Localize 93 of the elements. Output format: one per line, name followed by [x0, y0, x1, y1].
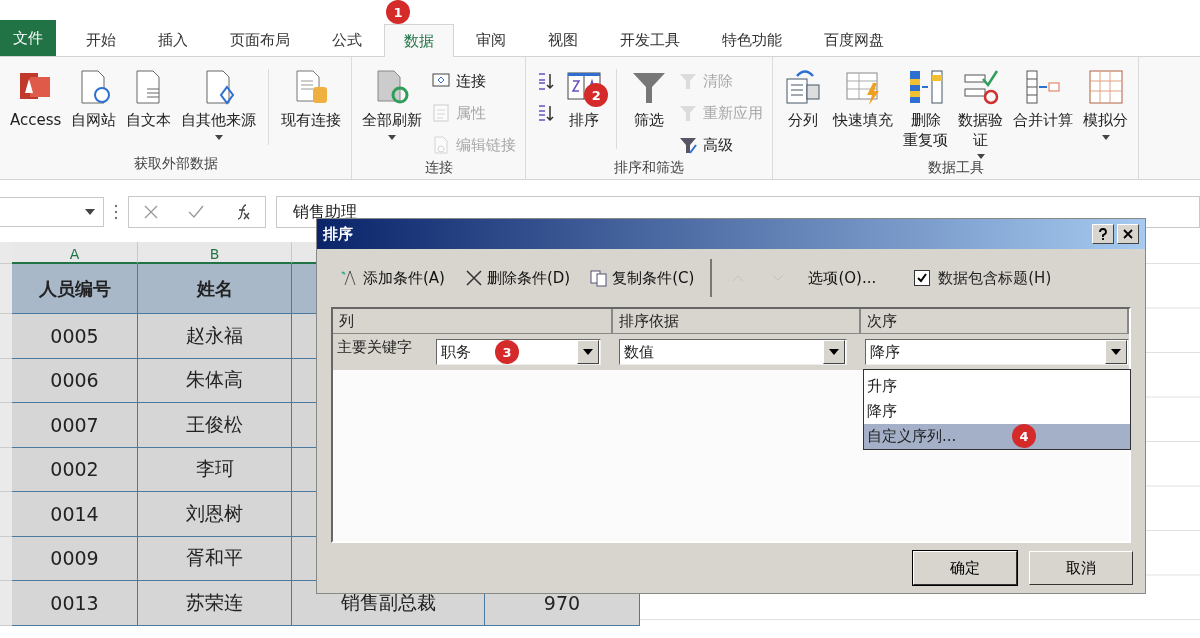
ribbon-button[interactable]: 自文本 [122, 61, 176, 131]
ribbon-tab[interactable]: 视图 [528, 24, 598, 56]
table-cell: 李珂 [138, 447, 292, 492]
ribbon-button[interactable]: 快速填充 [829, 61, 898, 131]
table-cell: 0009 [12, 536, 138, 581]
filter-clear-icon [678, 71, 699, 91]
ribbon-button[interactable]: 全部刷新 [358, 61, 427, 140]
ribbon-button[interactable]: 自其他来源 [177, 61, 261, 140]
row-header[interactable] [0, 492, 12, 537]
column-header[interactable]: A [12, 242, 138, 264]
ribbon-tab[interactable]: 插入 [138, 24, 208, 56]
table-cell: 0006 [12, 358, 138, 403]
ribbon-tab[interactable]: 开发工具 [600, 24, 700, 56]
ribbon-tab[interactable]: 特色功能 [702, 24, 802, 56]
ribbon-button[interactable]: 合并计算 [1009, 61, 1078, 131]
name-box[interactable] [0, 197, 104, 227]
column-header[interactable]: B [138, 242, 292, 264]
ribbon-button[interactable]: 数据验 证 [954, 61, 1008, 159]
table-cell: 刘恩树 [138, 492, 292, 537]
dropdown-button[interactable] [1105, 340, 1127, 364]
enter-icon[interactable] [188, 205, 204, 219]
ribbon-tab[interactable]: 页面布局 [210, 24, 310, 56]
toolbar-button[interactable]: 删除条件(D) [460, 266, 575, 290]
table-cell: 0002 [12, 447, 138, 492]
table-cell: 苏荣连 [138, 581, 292, 626]
step-badge: 2 [584, 83, 609, 107]
table-cell: 0007 [12, 403, 138, 448]
ribbon-button[interactable]: 删除 重复项 [899, 61, 953, 150]
ribbon-button[interactable]: 分列 [779, 61, 828, 131]
close-button[interactable] [1117, 224, 1139, 244]
row-header[interactable] [0, 403, 12, 448]
sort-on-select[interactable]: 数值 [618, 339, 848, 365]
ribbon-tab[interactable]: 审阅 [456, 24, 526, 56]
help-button[interactable] [1092, 224, 1114, 244]
row-header[interactable] [0, 264, 12, 314]
ribbon-button[interactable]: 高级 [675, 131, 767, 159]
table-cell: 0014 [12, 492, 138, 537]
level-label: 主要关键字 [336, 337, 413, 357]
table-cell: 赵永福 [138, 314, 292, 359]
caret-icon [582, 349, 593, 355]
caret-icon [1111, 349, 1121, 355]
caret-icon [85, 209, 95, 215]
toolbar-button[interactable]: 添加条件(A) [337, 266, 449, 290]
row-header[interactable] [0, 536, 12, 581]
ribbon-button[interactable]: 连接 [428, 67, 520, 95]
caret-icon [829, 349, 840, 355]
select-all-corner[interactable] [0, 242, 12, 264]
checkbox[interactable] [914, 270, 931, 286]
ribbon-tab[interactable]: 开始 [66, 24, 136, 56]
row-header[interactable] [0, 447, 12, 492]
ribbon-button[interactable]: 筛选 [625, 61, 674, 131]
ribbon-button[interactable]: Access [6, 61, 66, 131]
ribbon-tab[interactable]: 公式 [312, 24, 382, 56]
ribbon-button[interactable]: 模拟分 [1079, 61, 1133, 140]
toolbar-button[interactable]: 选项(O)... [804, 266, 881, 290]
group-label: 数据工具 [926, 159, 985, 177]
toolbar-button[interactable]: 复制条件(C) [586, 266, 699, 290]
table-cell: 人员编号 [12, 264, 138, 314]
group-label: 连接 [423, 159, 454, 177]
table-cell: 王俊松 [138, 403, 292, 448]
group-label: 排序和筛选 [613, 159, 686, 177]
dropdown-option[interactable]: 升序 [864, 374, 1130, 399]
ribbon-button[interactable]: 自网站 [67, 61, 121, 131]
row-header[interactable] [0, 358, 12, 403]
ribbon-tab[interactable]: 文件 [0, 20, 56, 56]
table-cell: 朱体高 [138, 358, 292, 403]
ribbon-tab[interactable]: 数据 [384, 24, 454, 57]
dropdown-button[interactable] [823, 340, 846, 364]
more-icon [114, 204, 118, 220]
row-header[interactable] [0, 581, 12, 626]
step-badge: 1 [386, 0, 410, 24]
properties-icon [431, 103, 452, 123]
ribbon-button[interactable]: 现有连接 [277, 61, 346, 131]
filter-advanced-icon [678, 135, 699, 155]
close-icon [1123, 229, 1133, 239]
order-select[interactable]: 降序 [865, 339, 1129, 365]
cancel-icon[interactable] [144, 205, 158, 219]
help-icon [1098, 228, 1108, 240]
dialog-button[interactable]: 确定 [913, 551, 1017, 585]
table-cell: 0005 [12, 314, 138, 359]
dialog-button[interactable]: 取消 [1029, 551, 1133, 585]
row-header[interactable] [0, 314, 12, 359]
dropdown-option[interactable]: 降序 [864, 399, 1130, 424]
checkbox-label[interactable]: 数据包含标题(H) [938, 268, 1052, 288]
ribbon-tab[interactable]: 百度网盘 [804, 24, 904, 56]
delete-icon [464, 269, 483, 287]
table-cell: 胥和平 [138, 536, 292, 581]
copy-icon [590, 269, 609, 287]
group-label: 获取外部数据 [132, 155, 219, 173]
filter-reapply-icon [678, 103, 699, 123]
dropdown-button[interactable] [576, 340, 599, 364]
table-cell: 0013 [12, 581, 138, 626]
table-cell: 姓名 [138, 264, 292, 314]
